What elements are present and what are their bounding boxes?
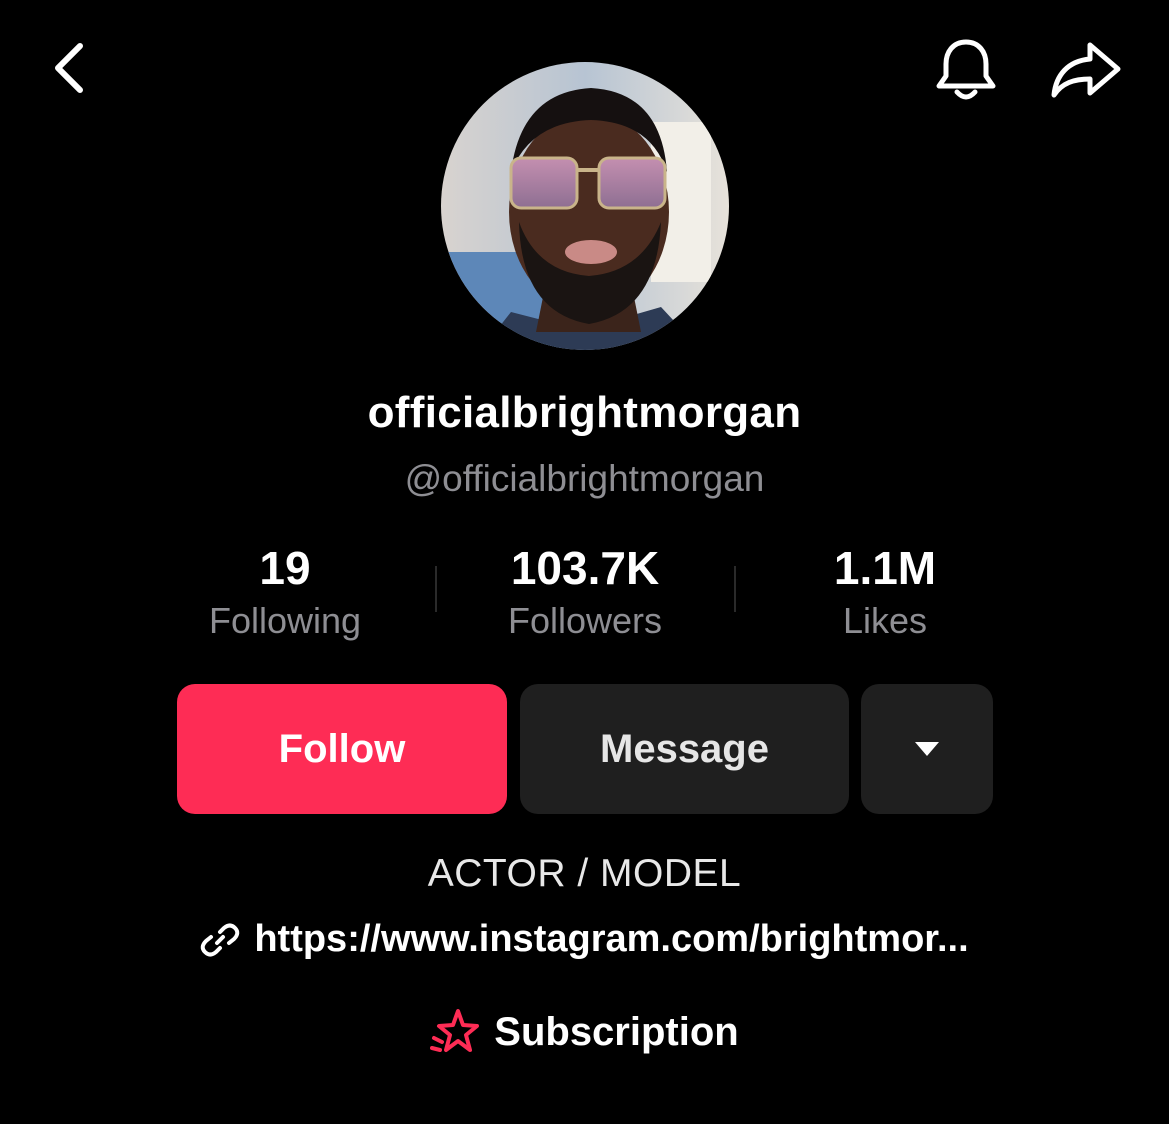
following-count: 19 bbox=[259, 542, 311, 594]
following-label: Following bbox=[208, 600, 362, 641]
chevron-left-icon bbox=[55, 43, 83, 93]
username-handle: @officialbrightmorgan bbox=[404, 458, 765, 499]
notification-bell-button[interactable] bbox=[930, 34, 1002, 106]
likes-label: Likes bbox=[842, 600, 928, 641]
caret-down-icon bbox=[915, 742, 939, 756]
bio-text: ACTOR / MODEL bbox=[427, 852, 742, 895]
stat-followers[interactable]: 103.7K Followers bbox=[435, 540, 735, 644]
likes-count: 1.1M bbox=[833, 542, 937, 594]
stat-following[interactable]: 19 Following bbox=[135, 540, 435, 644]
followers-label: Followers bbox=[507, 600, 663, 641]
follow-button[interactable]: Follow bbox=[177, 684, 507, 814]
message-button[interactable]: Message bbox=[520, 684, 849, 814]
suggested-accounts-dropdown-button[interactable] bbox=[861, 684, 993, 814]
subscription-link[interactable]: Subscription bbox=[0, 1008, 1169, 1056]
message-button-label: Message bbox=[600, 726, 769, 771]
display-name: officialbrightmorgan bbox=[367, 388, 802, 437]
avatar-photo bbox=[441, 62, 729, 350]
bell-icon bbox=[936, 39, 996, 100]
link-icon bbox=[201, 923, 240, 956]
back-button[interactable] bbox=[40, 38, 96, 98]
profile-link-text[interactable]: https://www.instagram.com/brightmor... bbox=[254, 918, 968, 961]
star-subscription-icon bbox=[430, 1009, 480, 1052]
follow-button-label: Follow bbox=[278, 726, 406, 771]
share-button[interactable] bbox=[1046, 36, 1126, 104]
share-arrow-icon bbox=[1051, 42, 1121, 98]
avatar[interactable] bbox=[441, 62, 729, 350]
subscription-label: Subscription bbox=[494, 1009, 739, 1054]
stat-likes[interactable]: 1.1M Likes bbox=[735, 540, 1035, 644]
profile-link[interactable]: https://www.instagram.com/brightmor... bbox=[0, 918, 1169, 961]
followers-count: 103.7K bbox=[510, 542, 660, 594]
